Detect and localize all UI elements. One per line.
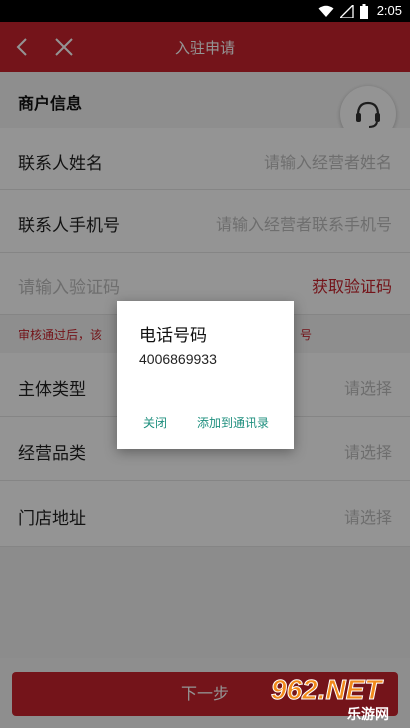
wifi-icon bbox=[318, 5, 334, 17]
watermark-text: 乐游网 bbox=[347, 707, 389, 723]
dialog-close-button[interactable]: 关闭 bbox=[143, 414, 167, 431]
signal-icon bbox=[340, 5, 354, 18]
status-time: 2:05 bbox=[376, 3, 402, 18]
watermark-logo: 962.NET 乐游网 bbox=[265, 674, 405, 724]
battery-icon bbox=[360, 4, 368, 19]
phone-dialog: 电话号码 4006869933 关闭 添加到通讯录 bbox=[117, 301, 294, 449]
dialog-title: 电话号码 bbox=[139, 326, 207, 346]
add-to-contacts-button[interactable]: 添加到通讯录 bbox=[197, 414, 269, 431]
status-bar: 2:05 bbox=[0, 0, 410, 22]
dialog-phone-number: 4006869933 bbox=[139, 351, 217, 367]
watermark-number: 962.NET bbox=[271, 674, 382, 706]
